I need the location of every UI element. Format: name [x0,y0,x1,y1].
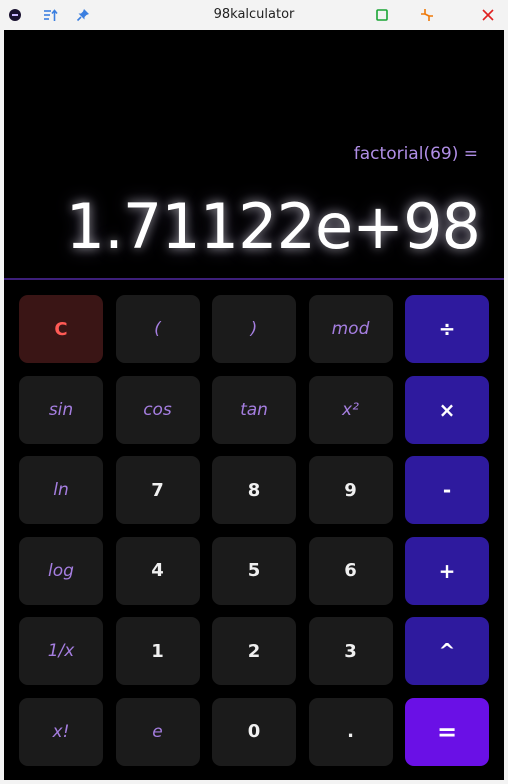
equals-button[interactable]: = [405,697,489,766]
clear-button[interactable]: C [19,295,103,363]
factorial-button[interactable]: x! [19,697,103,766]
close-paren-button[interactable]: ) [212,295,296,363]
calculator-window: factorial(69) = 1.71122e+98 C() mod ÷ sin co… [4,30,504,780]
expression-text: factorial(69) = [353,144,478,164]
cos-button[interactable]: cos [115,375,200,444]
reciprocal-button[interactable]: 1/x [19,617,103,685]
close-icon[interactable] [479,6,497,24]
sin-button[interactable]: sin [19,375,103,444]
digit-6-button[interactable]: 6 [308,536,393,605]
digit-0-button[interactable]: 0 [212,697,296,766]
subtract-button[interactable]: - [405,456,489,524]
digit-3-button[interactable]: 3 [308,617,393,685]
restore-icon[interactable] [418,6,436,24]
e-constant-button[interactable]: e [115,697,200,766]
digit-4-button[interactable]: 4 [115,536,200,605]
digit-5-button[interactable]: 5 [212,536,296,605]
ln-button[interactable]: ln [19,456,103,524]
tan-button[interactable]: tan [212,375,296,444]
display-divider [4,278,504,280]
digit-1-button[interactable]: 1 [115,617,200,685]
mod-button[interactable]: mod [308,295,393,363]
title-bar: 98kalculator [0,0,508,30]
keypad: C() mod ÷ sin cos tan x² × ln 7 8 9- log 4 5 6 +1/x 1 2 3 ^ x… [19,295,489,766]
power-button[interactable]: ^ [405,617,489,685]
display-panel: factorial(69) = 1.71122e+98 [4,30,504,278]
log-button[interactable]: log [19,536,103,605]
digit-2-button[interactable]: 2 [212,617,296,685]
digit-8-button[interactable]: 8 [212,456,296,524]
decimal-button[interactable]: . [308,697,393,766]
square-button[interactable]: x² [308,375,393,444]
result-text: 1.71122e+98 [65,190,481,263]
maximize-icon[interactable] [373,6,391,24]
digit-7-button[interactable]: 7 [115,456,200,524]
multiply-button[interactable]: × [405,375,489,444]
divide-button[interactable]: ÷ [405,295,489,363]
digit-9-button[interactable]: 9 [308,456,393,524]
add-button[interactable]: + [405,536,489,605]
open-paren-button[interactable]: ( [115,295,200,363]
